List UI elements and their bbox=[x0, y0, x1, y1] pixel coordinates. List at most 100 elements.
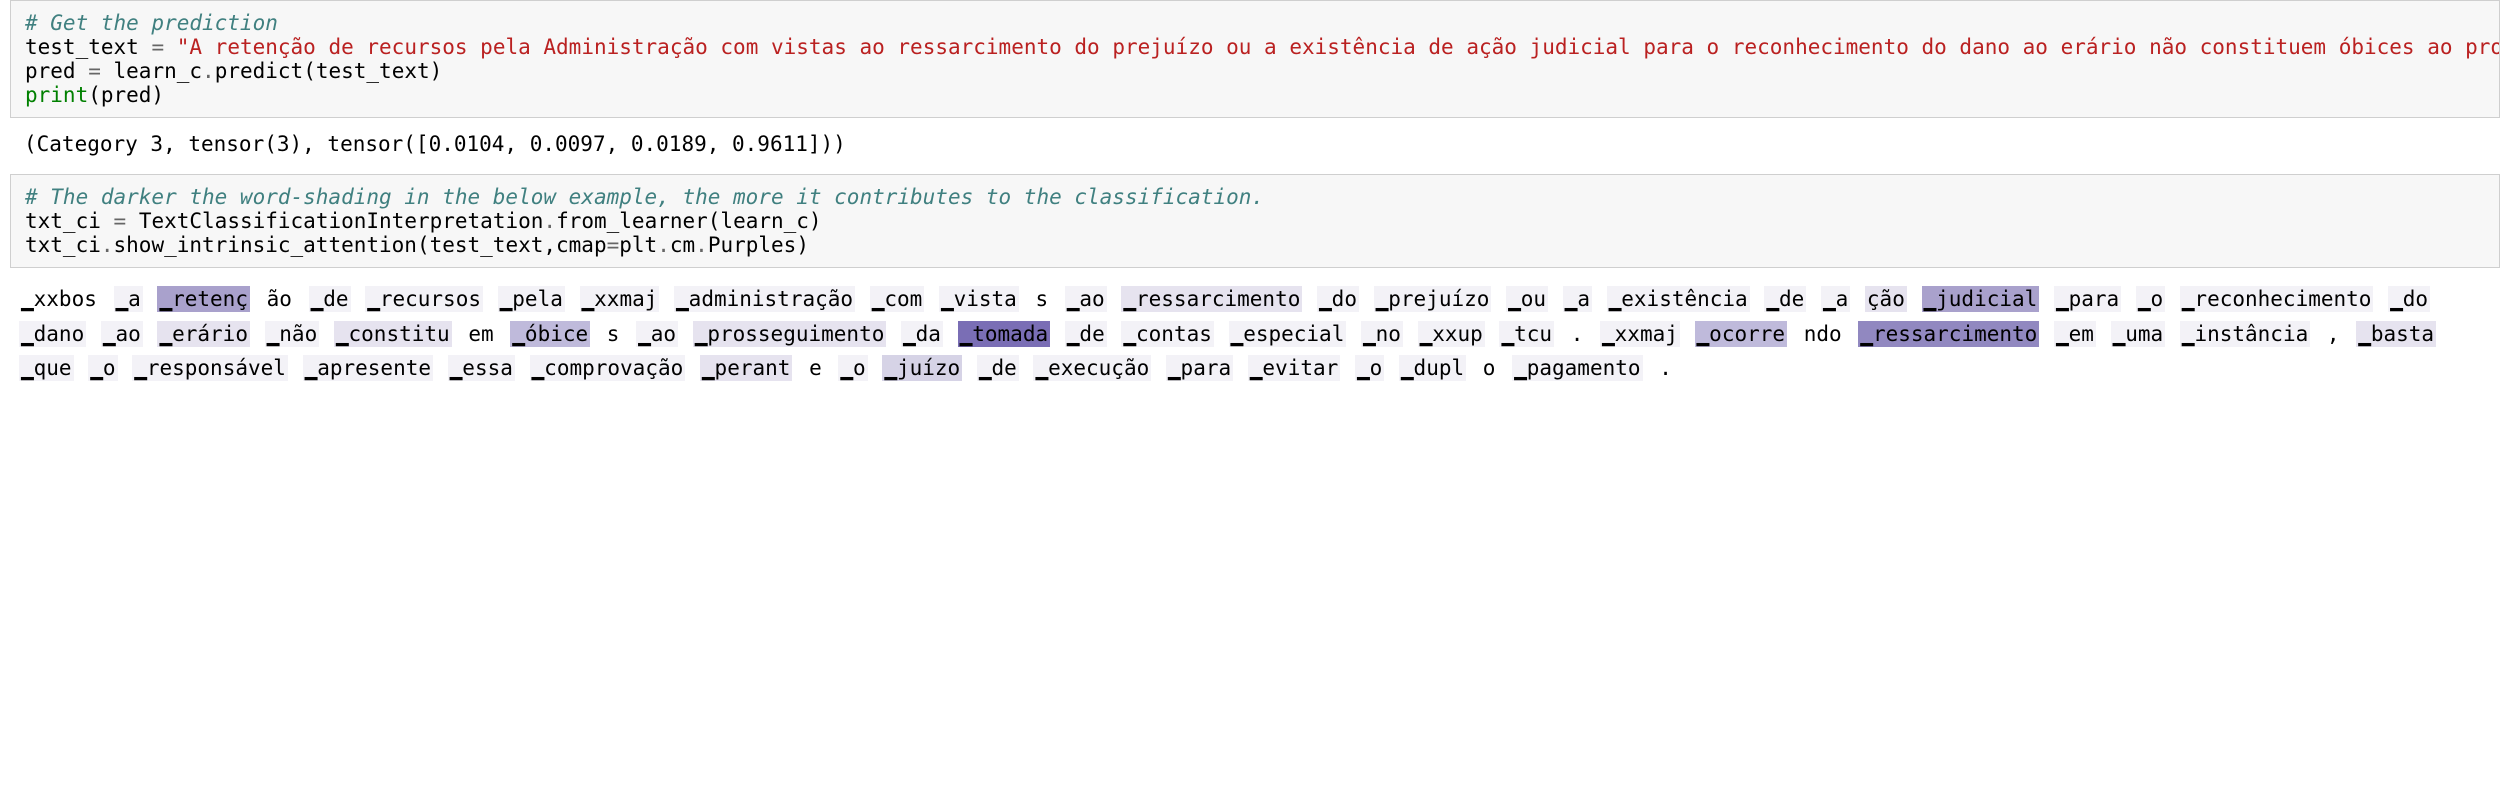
attention-token: ção bbox=[1865, 286, 1907, 312]
attention-token: ▁uma bbox=[2111, 321, 2166, 347]
code-text: show_intrinsic_attention(test_text,cmap bbox=[114, 233, 607, 257]
attention-token: ▁o bbox=[1355, 355, 1384, 381]
attention-token: ▁perant bbox=[700, 355, 793, 381]
attention-token: ▁responsável bbox=[132, 355, 288, 381]
code-comment: # The darker the word-shading in the bel… bbox=[25, 185, 1264, 209]
attention-token: ▁ocorre bbox=[1695, 321, 1788, 347]
attention-token: ▁de bbox=[977, 355, 1019, 381]
code-comment: # Get the prediction bbox=[25, 11, 278, 35]
attention-token: . bbox=[1657, 355, 1674, 381]
code-op: = bbox=[151, 35, 164, 59]
attention-token: ▁pela bbox=[498, 286, 565, 312]
code-cell-2[interactable]: # The darker the word-shading in the bel… bbox=[10, 174, 2500, 268]
attention-token: ▁ressarcimento bbox=[1858, 321, 2039, 347]
attention-token: ▁óbice bbox=[510, 321, 590, 347]
attention-token: ▁tcu bbox=[1499, 321, 1554, 347]
attention-token: ▁juízo bbox=[882, 355, 962, 381]
cell-output-1: (Category 3, tensor(3), tensor([0.0104, … bbox=[10, 124, 2500, 174]
code-text: from_learner(learn_c) bbox=[556, 209, 822, 233]
code-op: = bbox=[88, 59, 101, 83]
attention-token: ▁especial bbox=[1229, 321, 1347, 347]
code-text: plt bbox=[619, 233, 657, 257]
attention-token: ndo bbox=[1802, 321, 1844, 347]
attention-token: , bbox=[2325, 321, 2342, 347]
code-string: "A retenção de recursos pela Administraç… bbox=[177, 35, 2500, 59]
attention-token: ▁dano bbox=[19, 321, 86, 347]
code-cell-1[interactable]: # Get the prediction test_text = "A rete… bbox=[10, 0, 2500, 118]
attention-token: ▁existência bbox=[1607, 286, 1750, 312]
code-text: pred bbox=[25, 59, 88, 83]
attention-token: ▁em bbox=[2054, 321, 2096, 347]
attention-token: ▁xxmaj bbox=[1600, 321, 1680, 347]
attention-token: ▁xxbos bbox=[19, 286, 99, 312]
attention-token: ▁xxmaj bbox=[580, 286, 660, 312]
attention-token: ▁de bbox=[309, 286, 351, 312]
attention-token: ▁dupl bbox=[1399, 355, 1466, 381]
code-builtin: print bbox=[25, 83, 88, 107]
attention-token: ▁o bbox=[2136, 286, 2165, 312]
code-text: txt_ci bbox=[25, 233, 101, 257]
attention-token: ▁a bbox=[114, 286, 143, 312]
attention-token: ▁vista bbox=[939, 286, 1019, 312]
attention-token: ▁comprovação bbox=[530, 355, 686, 381]
attention-token: ▁o bbox=[88, 355, 117, 381]
attention-token: ▁ao bbox=[101, 321, 143, 347]
attention-token: em bbox=[466, 321, 495, 347]
attention-token: ▁a bbox=[1563, 286, 1592, 312]
code-op: . bbox=[543, 209, 556, 233]
attention-token: ▁constitu bbox=[334, 321, 452, 347]
attention-token: ▁de bbox=[1065, 321, 1107, 347]
code-text: cm bbox=[670, 233, 695, 257]
attention-token: ▁ressarcimento bbox=[1121, 286, 1302, 312]
attention-token: ▁contas bbox=[1121, 321, 1214, 347]
attention-token: ão bbox=[265, 286, 294, 312]
attention-token: ▁com bbox=[870, 286, 925, 312]
attention-token: ▁tomada bbox=[958, 321, 1051, 347]
attention-token: ▁no bbox=[1361, 321, 1403, 347]
attention-token: ▁basta bbox=[2356, 321, 2436, 347]
attention-token: ▁ao bbox=[636, 321, 678, 347]
attention-token: ▁prejuízo bbox=[1374, 286, 1492, 312]
code-op: . bbox=[695, 233, 708, 257]
attention-token: ▁do bbox=[2388, 286, 2430, 312]
code-op: . bbox=[101, 233, 114, 257]
attention-token: ▁administração bbox=[674, 286, 855, 312]
code-text: test_text bbox=[25, 35, 151, 59]
code-op: = bbox=[607, 233, 620, 257]
attention-token: ▁recursos bbox=[365, 286, 483, 312]
code-text: learn_c bbox=[101, 59, 202, 83]
attention-token: ▁apresente bbox=[303, 355, 433, 381]
attention-token: ▁instância bbox=[2180, 321, 2310, 347]
attention-token: ▁o bbox=[838, 355, 867, 381]
attention-token: s bbox=[1033, 286, 1050, 312]
attention-token: ▁execução bbox=[1033, 355, 1151, 381]
attention-token: ▁para bbox=[2054, 286, 2121, 312]
code-op: . bbox=[202, 59, 215, 83]
attention-token: ▁erário bbox=[157, 321, 250, 347]
attention-token: ▁ou bbox=[1506, 286, 1548, 312]
attention-token: ▁não bbox=[265, 321, 320, 347]
attention-token: ▁a bbox=[1821, 286, 1850, 312]
code-text: Purples) bbox=[708, 233, 809, 257]
attention-token: ▁ao bbox=[1065, 286, 1107, 312]
attention-token: o bbox=[1481, 355, 1498, 381]
code-op: = bbox=[114, 209, 127, 233]
code-text bbox=[164, 35, 177, 59]
attention-token: ▁do bbox=[1317, 286, 1359, 312]
code-text: predict(test_text) bbox=[215, 59, 443, 83]
code-text: (pred) bbox=[88, 83, 164, 107]
code-text: txt_ci bbox=[25, 209, 114, 233]
attention-token: ▁evitar bbox=[1248, 355, 1341, 381]
attention-token: ▁para bbox=[1166, 355, 1233, 381]
attention-token: ▁judicial bbox=[1922, 286, 2040, 312]
attention-token: ▁pagamento bbox=[1512, 355, 1642, 381]
attention-token: ▁essa bbox=[448, 355, 515, 381]
attention-token: ▁retenç bbox=[157, 286, 250, 312]
attention-token: ▁xxup bbox=[1418, 321, 1485, 347]
attention-token: . bbox=[1569, 321, 1586, 347]
attention-token: ▁prosseguimento bbox=[693, 321, 887, 347]
attention-token: ▁que bbox=[19, 355, 74, 381]
code-text: TextClassificationInterpretation bbox=[126, 209, 543, 233]
attention-token: ▁reconhecimento bbox=[2180, 286, 2374, 312]
attention-token: ▁de bbox=[1764, 286, 1806, 312]
